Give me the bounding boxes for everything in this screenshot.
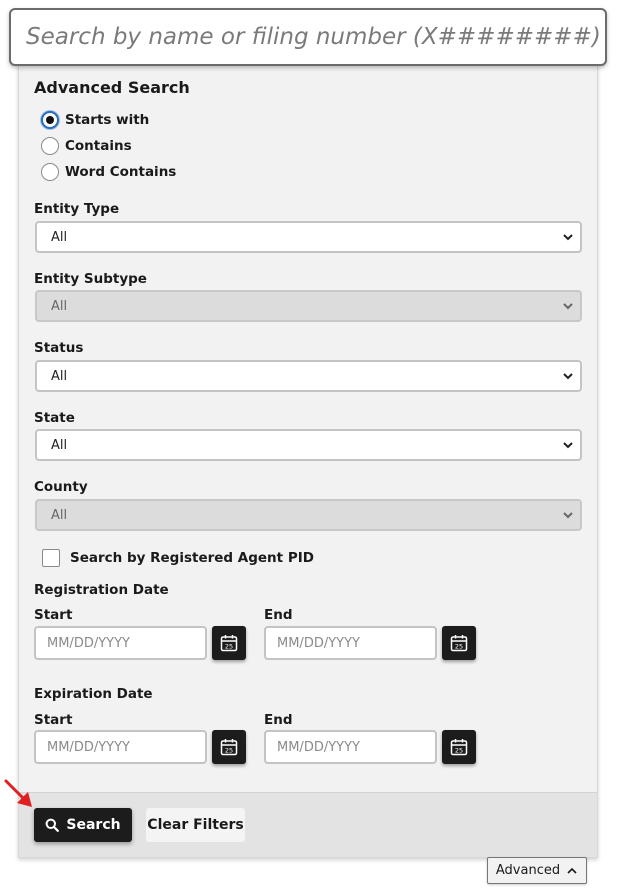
entity-subtype-select[interactable]: All <box>35 290 582 322</box>
status-label: Status <box>34 340 84 356</box>
calendar-icon: 25 <box>220 635 238 652</box>
panel-title: Advanced Search <box>34 78 190 97</box>
expiration-start-label: Start <box>34 712 73 728</box>
chevron-down-icon <box>563 512 573 519</box>
calendar-icon: 25 <box>220 739 238 756</box>
registration-end-input[interactable]: MM/DD/YYYY <box>264 626 437 660</box>
radio-label: Starts with <box>65 112 150 128</box>
select-value: All <box>51 507 68 523</box>
registration-start-label: Start <box>34 607 73 623</box>
registration-start-input[interactable]: MM/DD/YYYY <box>34 626 207 660</box>
search-input[interactable] <box>26 24 605 50</box>
svg-text:25: 25 <box>225 747 233 755</box>
radio-label: Contains <box>65 138 132 154</box>
search-button[interactable]: Search <box>34 808 132 842</box>
entity-type-select[interactable]: All <box>35 221 582 253</box>
svg-text:25: 25 <box>455 747 463 755</box>
registration-date-label: Registration Date <box>34 582 169 598</box>
registered-agent-checkbox-row[interactable]: Search by Registered Agent PID <box>42 549 314 567</box>
calendar-icon: 25 <box>450 635 468 652</box>
expiration-end-input[interactable]: MM/DD/YYYY <box>264 730 437 764</box>
registered-agent-checkbox[interactable] <box>42 549 60 567</box>
radio-contains[interactable]: Contains <box>41 137 132 155</box>
date-placeholder: MM/DD/YYYY <box>47 739 130 755</box>
chevron-down-icon <box>563 303 573 310</box>
svg-text:25: 25 <box>455 643 463 651</box>
select-value: All <box>51 229 68 245</box>
chevron-up-icon <box>567 867 577 874</box>
clear-filters-label: Clear Filters <box>147 817 244 833</box>
checkbox-label: Search by Registered Agent PID <box>70 550 314 566</box>
advanced-search-panel: Advanced Search Starts with Contains Wor… <box>18 60 598 858</box>
advanced-toggle-label: Advanced <box>495 863 561 878</box>
chevron-down-icon <box>563 442 573 449</box>
annotation-arrow-icon <box>4 779 32 807</box>
radio-starts-with[interactable]: Starts with <box>41 111 149 129</box>
radio-button[interactable] <box>41 163 59 181</box>
date-placeholder: MM/DD/YYYY <box>277 739 360 755</box>
search-button-label: Search <box>66 817 121 833</box>
expiration-end-calendar-button[interactable]: 25 <box>442 730 476 764</box>
expiration-start-input[interactable]: MM/DD/YYYY <box>34 730 207 764</box>
registration-start-calendar-button[interactable]: 25 <box>212 626 246 660</box>
select-value: All <box>51 368 68 384</box>
state-label: State <box>34 410 75 426</box>
svg-text:25: 25 <box>225 643 233 651</box>
county-select[interactable]: All <box>35 499 582 531</box>
radio-label: Word Contains <box>65 164 177 180</box>
entity-subtype-label: Entity Subtype <box>34 271 147 287</box>
search-bar[interactable] <box>9 8 607 66</box>
expiration-start-calendar-button[interactable]: 25 <box>212 730 246 764</box>
status-select[interactable]: All <box>35 360 582 392</box>
search-icon <box>45 818 60 832</box>
chevron-down-icon <box>563 234 573 241</box>
radio-word-contains[interactable]: Word Contains <box>41 163 176 181</box>
calendar-icon: 25 <box>450 739 468 756</box>
advanced-toggle-button[interactable]: Advanced <box>487 857 587 884</box>
chevron-down-icon <box>563 373 573 380</box>
expiration-end-label: End <box>264 712 293 728</box>
date-placeholder: MM/DD/YYYY <box>47 635 130 651</box>
date-placeholder: MM/DD/YYYY <box>277 635 360 651</box>
clear-filters-button[interactable]: Clear Filters <box>146 808 245 842</box>
entity-type-label: Entity Type <box>34 201 120 217</box>
registration-end-calendar-button[interactable]: 25 <box>442 626 476 660</box>
state-select[interactable]: All <box>35 429 582 461</box>
expiration-date-label: Expiration Date <box>34 686 153 702</box>
registration-end-label: End <box>264 607 293 623</box>
county-label: County <box>34 479 88 495</box>
select-value: All <box>51 298 68 314</box>
radio-button[interactable] <box>41 137 59 155</box>
radio-button-checked[interactable] <box>41 111 59 129</box>
select-value: All <box>51 437 68 453</box>
